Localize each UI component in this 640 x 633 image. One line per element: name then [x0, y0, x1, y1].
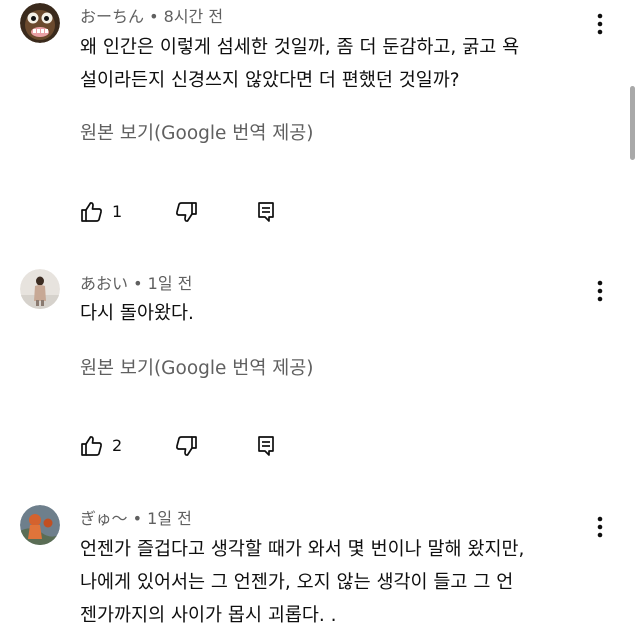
comment-time[interactable]: 1일 전 — [148, 274, 193, 293]
thumbs-down-icon[interactable] — [174, 200, 198, 224]
avatar[interactable] — [20, 3, 60, 43]
separator: • — [133, 274, 143, 293]
comment-header: おーちん • 8시간 전 — [80, 3, 223, 27]
avatar[interactable] — [20, 505, 60, 545]
comment-header: ぎゅ～ • 1일 전 — [80, 505, 192, 529]
comment-line: 다시 돌아왔다. — [80, 303, 194, 324]
avatar[interactable] — [20, 269, 60, 309]
author-name[interactable]: あおい — [80, 274, 128, 293]
comment-line: 언젠가 즐겁다고 생각할 때가 와서 몇 번이나 말해 왔지만, — [80, 539, 525, 560]
see-original-link[interactable]: 원본 보기(Google 번역 제공) — [80, 119, 313, 145]
author-name[interactable]: おーちん — [80, 7, 144, 26]
comment-text: 언젠가 즐겁다고 생각할 때가 와서 몇 번이나 말해 왔지만, 나에게 있어서… — [80, 533, 600, 632]
reply-icon[interactable] — [254, 200, 278, 224]
comment-header: あおい • 1일 전 — [80, 270, 192, 294]
reply-icon[interactable] — [254, 434, 278, 458]
separator: • — [132, 509, 143, 528]
comments-page: おーちん • 8시간 전 왜 인간은 이렇게 섬세한 것일까, 좀 더 둔감하고… — [0, 0, 640, 633]
thumbs-down-icon[interactable] — [174, 434, 198, 458]
scrollbar[interactable] — [630, 86, 635, 160]
see-original-link[interactable]: 원본 보기(Google 번역 제공) — [80, 354, 313, 380]
comment-text: 왜 인간은 이렇게 섬세한 것일까, 좀 더 둔감하고, 굵고 욕 설이라든지 … — [80, 31, 600, 97]
comment-line: 설이라든지 신경쓰지 않았다면 더 편했던 것일까? — [80, 70, 460, 91]
separator: • — [149, 7, 159, 26]
comment-time[interactable]: 8시간 전 — [164, 7, 223, 26]
comment-text: 다시 돌아왔다. — [80, 297, 600, 330]
comment-line: 왜 인간은 이렇게 섬세한 것일까, 좀 더 둔감하고, 굵고 욕 — [80, 37, 520, 58]
like-count: 1 — [112, 202, 123, 221]
author-name[interactable]: ぎゅ～ — [80, 509, 128, 528]
comment-time[interactable]: 1일 전 — [147, 509, 192, 528]
thumbs-up-icon[interactable] — [80, 200, 104, 224]
like-count: 2 — [112, 436, 123, 455]
comment-line: 젠가까지의 사이가 몹시 괴롭다. . — [80, 605, 337, 626]
comment-line: 나에게 있어서는 그 언젠가, 오지 않는 생각이 들고 그 언 — [80, 572, 514, 593]
thumbs-up-icon[interactable] — [80, 434, 104, 458]
